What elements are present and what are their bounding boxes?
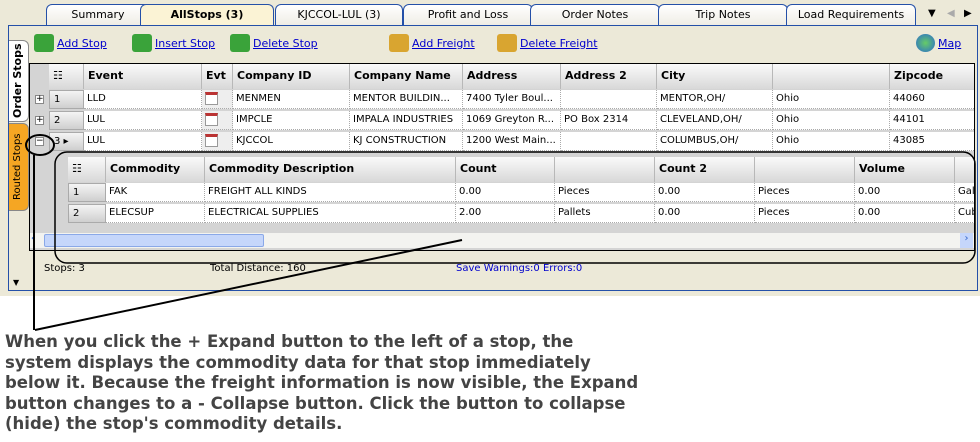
callout-box	[54, 151, 976, 264]
callout-circle	[25, 134, 55, 156]
callout-line	[34, 239, 463, 331]
explanatory-note: When you click the + Expand button to th…	[5, 332, 639, 433]
